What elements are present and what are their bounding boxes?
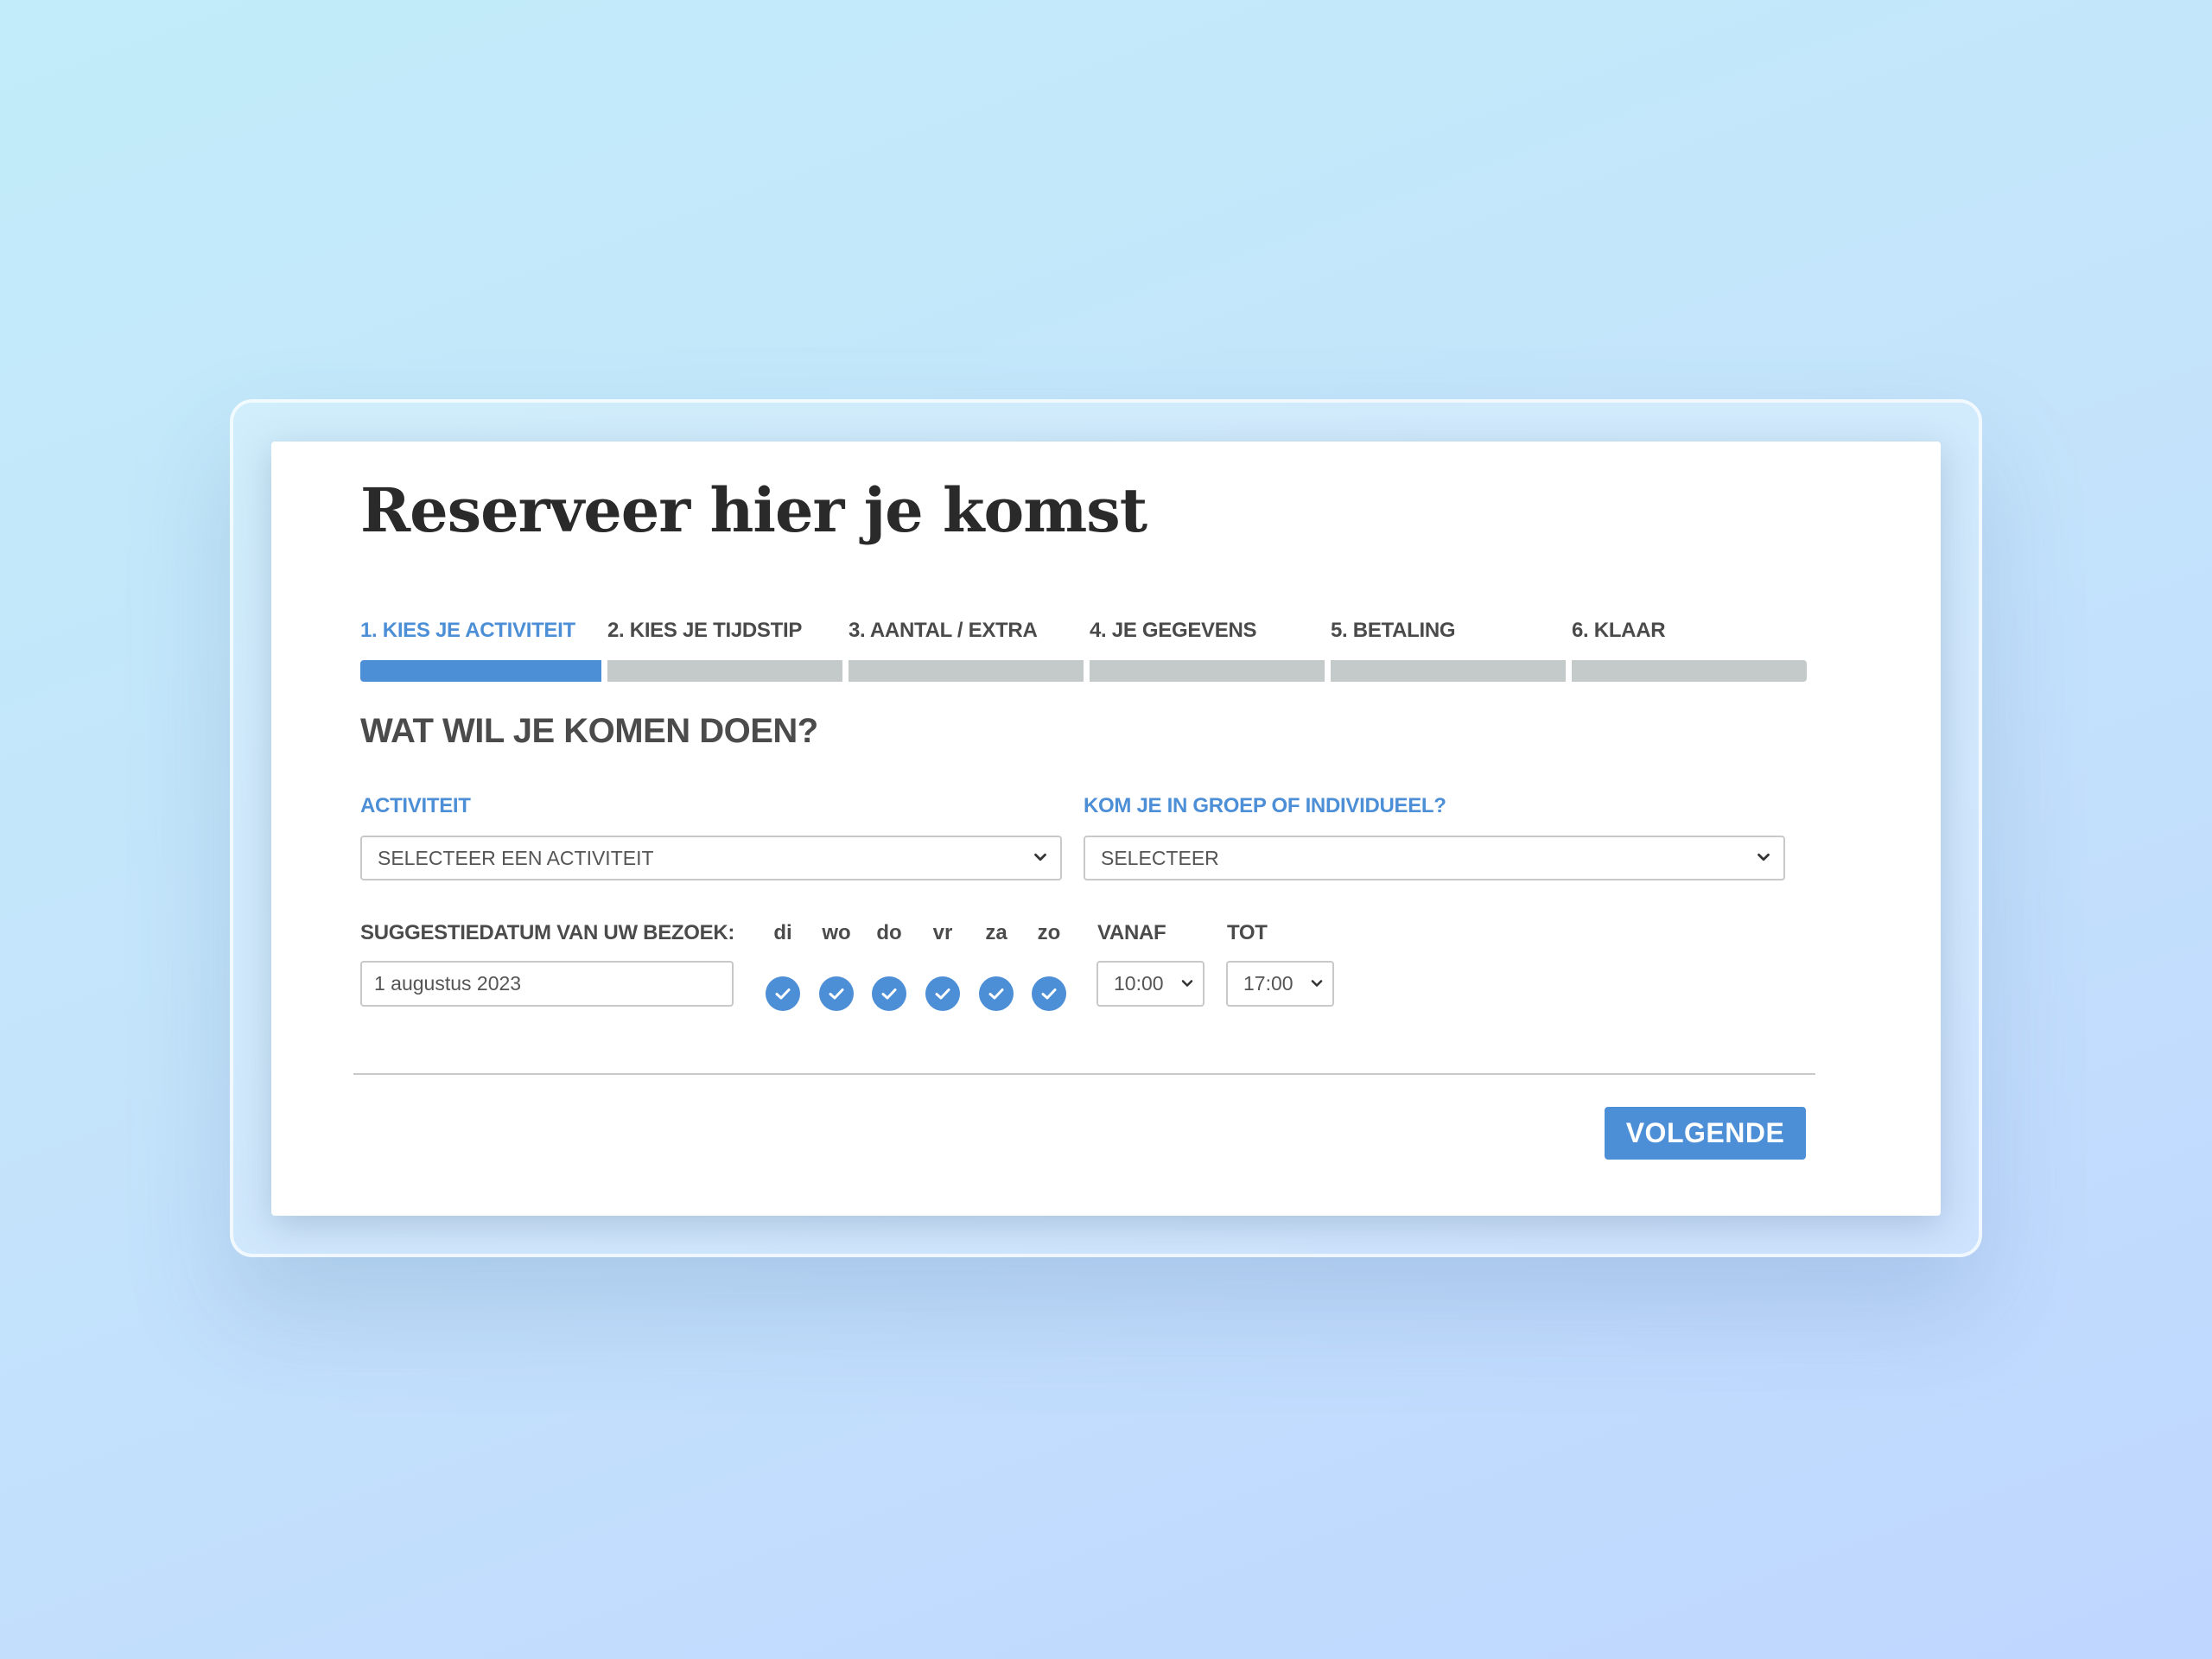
reservation-card: Reserveer hier je komst 1. KIES JE ACTIV… [271,442,1941,1216]
step-4-label[interactable]: 4. JE GEGEVENS [1090,619,1257,643]
visit-date-label: SUGGESTIEDATUM VAN UW BEZOEK: [360,921,735,944]
step-2-label[interactable]: 2. KIES JE TIJDSTIP [607,619,802,643]
to-time-select[interactable]: 17:00 [1226,961,1334,1007]
from-time-value: 10:00 [1114,972,1164,995]
section-title: WAT WIL JE KOMEN DOEN? [360,712,818,750]
day-checkbox-di[interactable] [766,976,800,1011]
day-checkbox-vr[interactable] [925,976,960,1011]
chevron-down-icon [1311,980,1323,987]
step-1-progress [360,660,601,682]
day-checkbox-wo[interactable] [819,976,854,1011]
check-icon [881,988,897,1000]
activity-label: ACTIVITEIT [360,794,471,817]
day-label-di: di [773,921,792,944]
check-icon [935,988,950,1000]
check-icon [829,988,844,1000]
check-icon [775,988,791,1000]
day-label-za: za [985,921,1007,944]
to-time-value: 17:00 [1243,972,1294,995]
group-select-value: SELECTEER [1101,847,1219,869]
activity-select[interactable]: SELECTEER EEN ACTIVITEIT [360,836,1062,880]
day-label-wo: wo [822,921,851,944]
day-label-do: do [876,921,902,944]
day-label-zo: zo [1037,921,1061,944]
step-4-progress [1090,660,1325,682]
group-label: KOM JE IN GROEP OF INDIVIDUEEL? [1084,794,1446,817]
chevron-down-icon [1181,980,1193,987]
step-6-label[interactable]: 6. KLAAR [1572,619,1666,643]
group-select[interactable]: SELECTEER [1084,836,1785,880]
check-icon [988,988,1004,1000]
day-checkbox-za[interactable] [979,976,1014,1011]
step-2-progress [607,660,842,682]
next-button[interactable]: VOLGENDE [1605,1107,1806,1160]
step-3-label[interactable]: 3. AANTAL / EXTRA [849,619,1038,643]
check-icon [1041,988,1057,1000]
from-time-label: VANAF [1097,921,1166,944]
day-label-vr: vr [932,921,953,944]
chevron-down-icon [1034,853,1046,861]
step-6-progress [1572,660,1807,682]
to-time-label: TOT [1227,921,1268,944]
step-5-label[interactable]: 5. BETALING [1331,619,1456,643]
divider [353,1073,1815,1075]
visit-date-input[interactable]: 1 augustus 2023 [360,961,734,1007]
step-3-progress [849,660,1084,682]
day-checkbox-zo[interactable] [1032,976,1066,1011]
chevron-down-icon [1758,853,1770,861]
page-title: Reserveer hier je komst [360,474,1147,546]
activity-select-value: SELECTEER EEN ACTIVITEIT [378,847,654,869]
day-checkbox-do[interactable] [872,976,906,1011]
step-5-progress [1331,660,1566,682]
step-1-label[interactable]: 1. KIES JE ACTIVITEIT [360,619,575,643]
from-time-select[interactable]: 10:00 [1096,961,1205,1007]
